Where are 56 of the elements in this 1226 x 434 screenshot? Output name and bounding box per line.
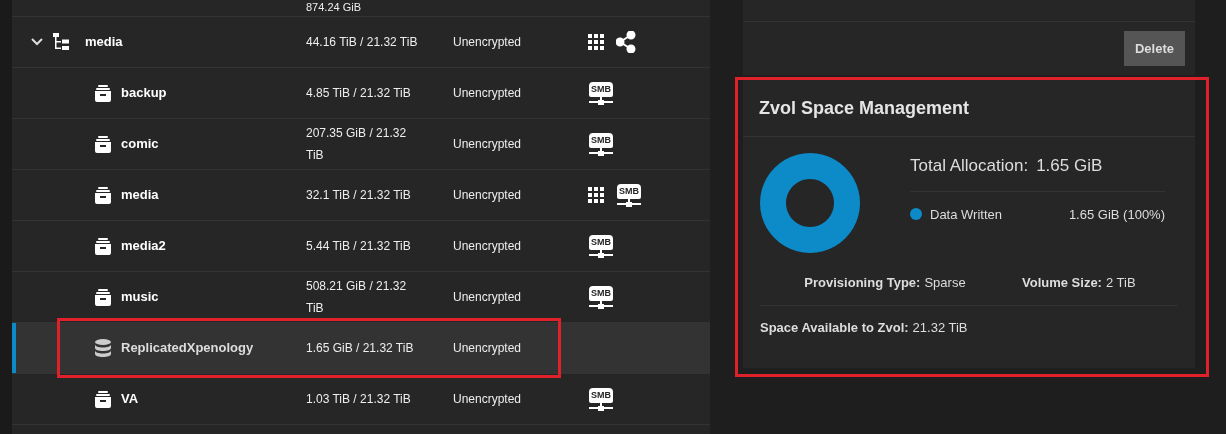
share-icon[interactable] (616, 31, 636, 53)
dataset-icon (95, 84, 111, 102)
used-space: 1.03 TiB / 21.32 TiB (306, 391, 412, 408)
selection-indicator (12, 323, 16, 373)
volume-size-label: Volume Size: (1022, 274, 1102, 292)
available-space-label: Space Available to Zvol: (760, 318, 909, 337)
legend-value: 1.65 GiB (100%) (1068, 205, 1165, 224)
used-space: 44.16 TiB / 21.32 TiB (306, 34, 419, 51)
used-space: 874.24 GiB (306, 0, 362, 14)
dataset-name: ReplicatedXpenology (121, 339, 254, 358)
dataset-row[interactable]: comic 207.35 GiB / 21.32 TiB Unencrypted SMB (12, 119, 710, 170)
dataset-name: music (121, 288, 159, 307)
grid-icon[interactable] (588, 187, 604, 203)
encryption-status: Unencrypted (453, 238, 523, 255)
delete-button[interactable]: Delete (1123, 31, 1185, 66)
provisioning-value: Sparse (924, 274, 966, 292)
used-space: 207.35 GiB / 21.32 TiB (306, 125, 408, 164)
dataset-row[interactable]: media2 5.44 TiB / 21.32 TiB Unencrypted SMB (12, 221, 710, 272)
dataset-icon (95, 288, 111, 306)
dataset-icon (95, 135, 111, 153)
used-space: 1.65 GiB / 21.32 TiB (306, 340, 415, 357)
legend-label: Data Written (930, 205, 1002, 224)
encryption-status: Unencrypted (453, 136, 523, 153)
dataset-row[interactable]: VA 1.03 TiB / 21.32 TiB Unencrypted SMB (12, 374, 710, 425)
encryption-status: Unencrypted (453, 187, 523, 204)
total-allocation-label: Total Allocation: (910, 155, 1029, 177)
database-icon (95, 339, 111, 357)
dataset-name: media (121, 186, 159, 205)
card-title: Zvol Space Management (759, 96, 970, 120)
dataset-row[interactable]: media 32.1 TiB / 21.32 TiB Unencrypted SMB (12, 170, 710, 221)
chevron-icon[interactable] (31, 38, 43, 46)
encryption-status: Unencrypted (453, 85, 523, 102)
dataset-name: comic (121, 135, 159, 154)
encryption-status: Unencrypted (453, 340, 523, 357)
dataset-name: backup (121, 84, 167, 103)
total-allocation-value: 1.65 GiB (1036, 155, 1103, 177)
dataset-icon (95, 390, 111, 408)
dataset-icon (95, 186, 111, 204)
available-space-value: 21.32 TiB (912, 318, 968, 337)
used-space: 5.44 TiB / 21.32 TiB (306, 238, 412, 255)
used-space: 4.85 TiB / 21.32 TiB (306, 85, 412, 102)
used-space: 508.21 GiB / 21.32 TiB (306, 278, 408, 317)
dataset-row[interactable]: media 44.16 TiB / 21.32 TiB Unencrypted (12, 17, 710, 68)
dataset-name: VA (121, 390, 139, 409)
dataset-row[interactable]: backup 4.85 TiB / 21.32 TiB Unencrypted SMB (12, 68, 710, 119)
dataset-name: media2 (121, 237, 166, 256)
dataset-row[interactable]: ReplicatedXpenology 1.65 GiB / 21.32 TiB Unencrypted (12, 323, 710, 374)
encryption-status: Unencrypted (453, 289, 523, 306)
dataset-name: media (85, 33, 123, 52)
encryption-status: Unencrypted (453, 391, 523, 408)
volume-size-value: 2 TiB (1105, 274, 1136, 292)
encryption-status: Unencrypted (453, 34, 523, 51)
dataset-icon (95, 237, 111, 255)
provisioning-label: Provisioning Type: (804, 274, 921, 292)
grid-icon[interactable] (588, 34, 604, 50)
used-space: 32.1 TiB / 21.32 TiB (306, 187, 412, 204)
